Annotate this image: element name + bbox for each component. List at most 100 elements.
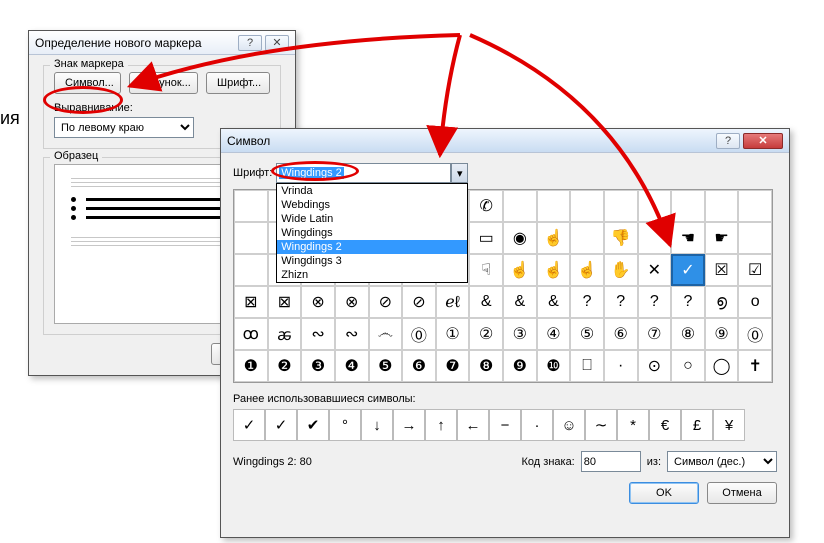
symbol-cell[interactable] <box>570 190 604 222</box>
help-button[interactable]: ? <box>716 133 740 149</box>
symbol-cell[interactable]: ☒ <box>705 254 739 286</box>
symbol-cell[interactable]: ⓪ <box>402 318 436 350</box>
symbol-cell[interactable]: ☑ <box>738 254 772 286</box>
symbol-cell[interactable]: ☟ <box>469 254 503 286</box>
symbol-cell[interactable]: ○ <box>671 350 705 382</box>
symbol-cell[interactable]: ⑧ <box>671 318 705 350</box>
symbol-cell[interactable]: ☝ <box>537 222 571 254</box>
font-combobox[interactable]: Wingdings 2 ▾ VrindaWebdingsWide LatinWi… <box>276 163 468 183</box>
symbol-cell[interactable] <box>503 190 537 222</box>
symbol-cell[interactable]: ο <box>738 286 772 318</box>
font-dropdown-list[interactable]: VrindaWebdingsWide LatinWingdingsWingdin… <box>276 183 468 283</box>
symbol-cell[interactable]: ⊘ <box>369 286 403 318</box>
recent-symbol-cell[interactable]: € <box>649 409 681 441</box>
recent-symbol-cell[interactable]: − <box>489 409 521 441</box>
cancel-button[interactable]: Отмена <box>707 482 777 504</box>
symbol-cell[interactable]: ❾ <box>503 350 537 382</box>
symbol-cell[interactable]: ☚ <box>671 222 705 254</box>
symbol-cell[interactable]: ❽ <box>469 350 503 382</box>
symbol-cell[interactable]: ② <box>469 318 503 350</box>
symbol-cell[interactable]: ✋ <box>604 254 638 286</box>
symbol-cell[interactable]: ☛ <box>705 222 739 254</box>
symbol-cell[interactable]: ⊘ <box>402 286 436 318</box>
recent-symbol-cell[interactable]: £ <box>681 409 713 441</box>
symbol-cell[interactable]: ☝ <box>503 254 537 286</box>
symbol-cell[interactable]: ✝ <box>738 350 772 382</box>
symbol-cell[interactable]: ? <box>638 286 672 318</box>
symbol-cell[interactable]: & <box>503 286 537 318</box>
picture-button[interactable]: Рисунок... <box>129 72 198 94</box>
recent-symbol-cell[interactable]: ✓ <box>265 409 297 441</box>
recent-symbol-cell[interactable]: ✔ <box>297 409 329 441</box>
symbol-cell[interactable]: ◉ <box>503 222 537 254</box>
symbol-cell[interactable]: ④ <box>537 318 571 350</box>
symbol-button[interactable]: Символ... <box>54 72 121 94</box>
symbol-cell[interactable]: ① <box>436 318 470 350</box>
symbol-cell[interactable]: ◯ <box>705 350 739 382</box>
symbol-cell[interactable]: ∾ <box>301 318 335 350</box>
symbol-cell[interactable]: ⑤ <box>570 318 604 350</box>
chevron-down-icon[interactable]: ▾ <box>451 163 468 183</box>
symbol-cell[interactable] <box>570 222 604 254</box>
symbol-cell[interactable] <box>738 222 772 254</box>
symbol-cell[interactable]: ❷ <box>268 350 302 382</box>
symbol-cell[interactable]: ? <box>671 286 705 318</box>
recent-symbol-cell[interactable]: ✓ <box>233 409 265 441</box>
symbol-cell[interactable]: ⊗ <box>301 286 335 318</box>
symbol-cell[interactable]: & <box>537 286 571 318</box>
font-option[interactable]: Vrinda <box>277 184 467 198</box>
recent-symbol-cell[interactable]: ← <box>457 409 489 441</box>
help-button[interactable]: ? <box>238 35 262 51</box>
recent-symbol-cell[interactable]: ¥ <box>713 409 745 441</box>
symbol-cell[interactable]: ▭ <box>469 222 503 254</box>
ok-button[interactable]: OK <box>629 482 699 504</box>
font-option[interactable]: Zhizn <box>277 268 467 282</box>
symbol-cell[interactable]: · <box>604 350 638 382</box>
font-option[interactable]: Wingdings <box>277 226 467 240</box>
symbol-cell[interactable] <box>234 190 268 222</box>
symbol-cell[interactable]: ☝ <box>570 254 604 286</box>
recent-symbol-cell[interactable]: ∼ <box>585 409 617 441</box>
symbol-cell[interactable]: ⊙ <box>638 350 672 382</box>
symbol-cell[interactable] <box>234 254 268 286</box>
symbol-cell[interactable]: 👎 <box>604 222 638 254</box>
close-button[interactable]: ✕ <box>743 133 783 149</box>
recent-symbol-cell[interactable]: ° <box>329 409 361 441</box>
symbol-cell[interactable]: ꬱ <box>268 318 302 350</box>
align-select[interactable]: По левому краю <box>54 117 194 138</box>
symbol-cell[interactable] <box>604 190 638 222</box>
symbol-cell[interactable]: ⓪ <box>738 318 772 350</box>
font-button[interactable]: Шрифт... <box>206 72 270 94</box>
symbol-cell[interactable]: ❸ <box>301 350 335 382</box>
symbol-cell[interactable]: ③ <box>503 318 537 350</box>
symbol-cell[interactable]: ℯℓ <box>436 286 470 318</box>
from-select[interactable]: Символ (дес.) <box>667 451 777 472</box>
symbol-cell[interactable] <box>705 190 739 222</box>
symbol-cell[interactable]: ⑨ <box>705 318 739 350</box>
font-option[interactable]: Wide Latin <box>277 212 467 226</box>
symbol-cell[interactable]: & <box>469 286 503 318</box>
symbol-cell[interactable]: ☝ <box>537 254 571 286</box>
recent-symbol-cell[interactable]: ☺ <box>553 409 585 441</box>
symbol-cell[interactable]: ❼ <box>436 350 470 382</box>
symbol-cell[interactable] <box>638 222 672 254</box>
symbol-cell[interactable]: ❺ <box>369 350 403 382</box>
symbol-cell[interactable]: ⎕ <box>570 350 604 382</box>
symbol-cell[interactable]: ⊗ <box>335 286 369 318</box>
symbol-cell[interactable]: ⊠ <box>234 286 268 318</box>
symbol-cell[interactable]: ❿ <box>537 350 571 382</box>
symbol-cell[interactable]: ❶ <box>234 350 268 382</box>
symbol-cell[interactable]: ꝏ <box>234 318 268 350</box>
symbol-cell[interactable]: ൭ <box>705 286 739 318</box>
recent-symbol-cell[interactable]: * <box>617 409 649 441</box>
font-combobox-display[interactable]: Wingdings 2 <box>276 163 451 183</box>
symbol-cell[interactable]: ✓ <box>671 254 705 286</box>
symbol-cell[interactable]: ⑥ <box>604 318 638 350</box>
symbol-cell[interactable]: ✕ <box>638 254 672 286</box>
code-input[interactable] <box>581 451 641 472</box>
symbol-cell[interactable] <box>234 222 268 254</box>
recent-symbol-cell[interactable]: → <box>393 409 425 441</box>
font-option[interactable]: Wingdings 3 <box>277 254 467 268</box>
symbol-cell[interactable]: ? <box>570 286 604 318</box>
recent-symbol-cell[interactable]: ↓ <box>361 409 393 441</box>
